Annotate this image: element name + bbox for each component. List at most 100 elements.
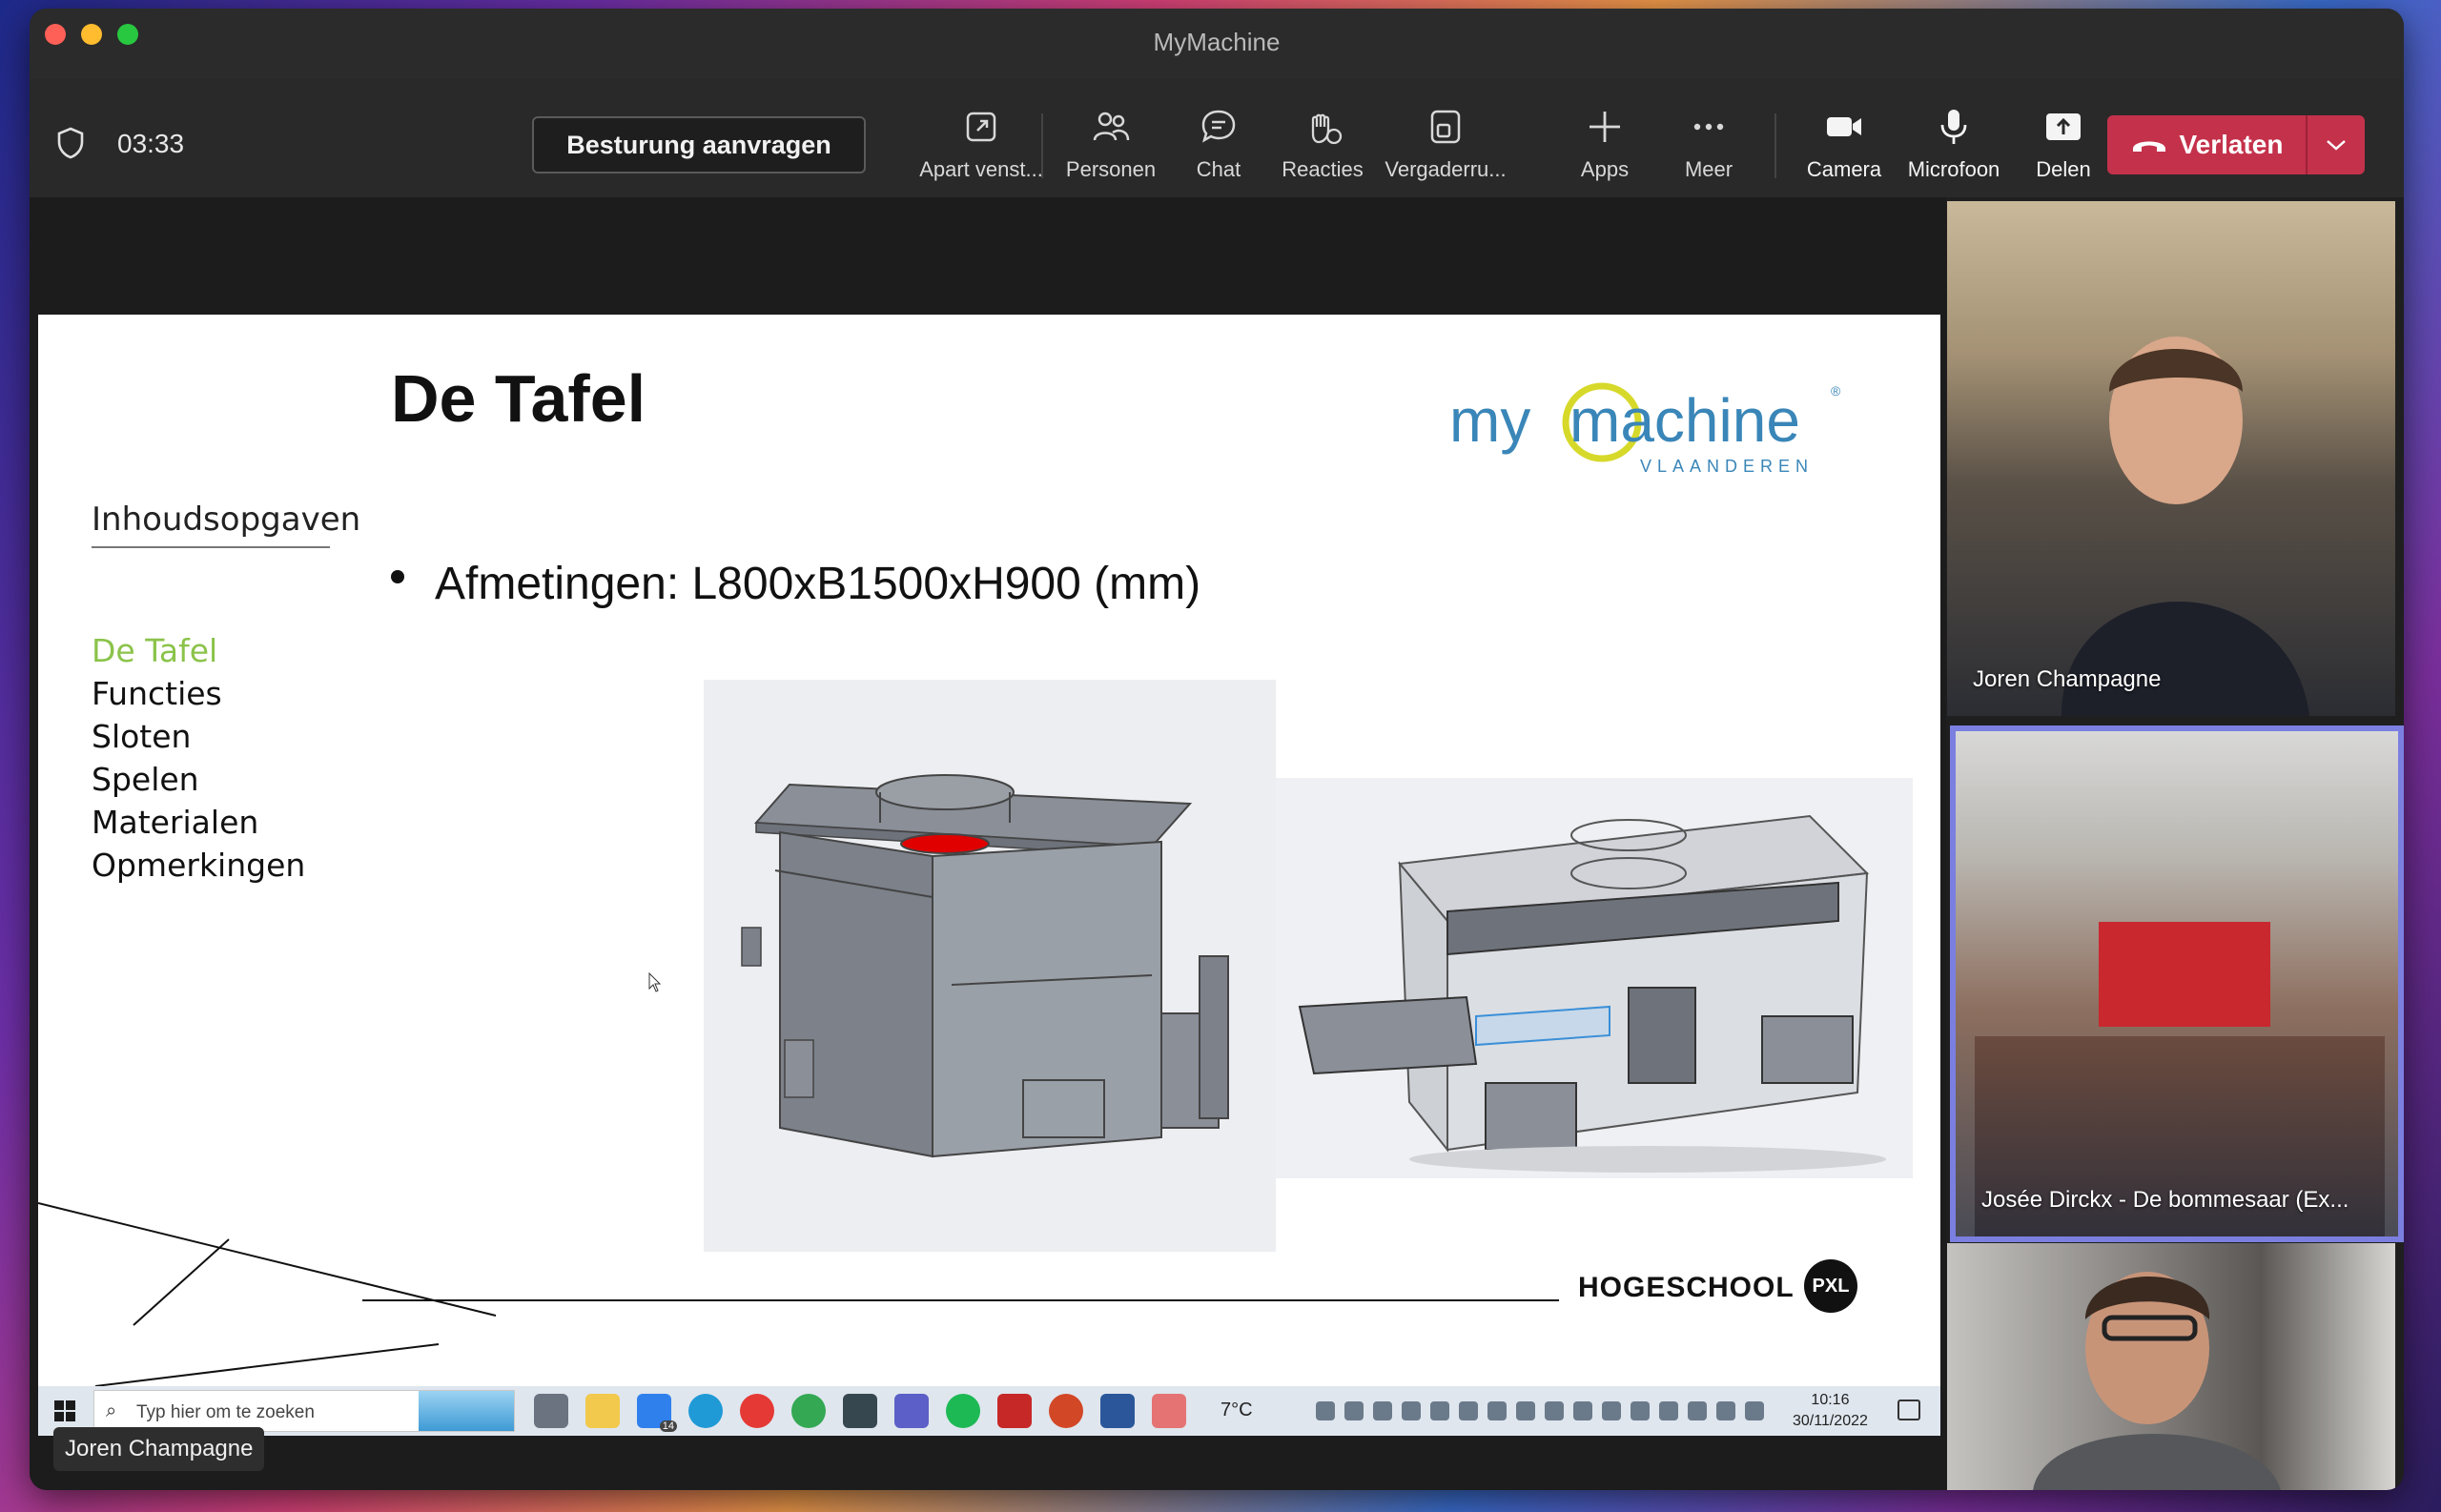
search-icon: ⌕ xyxy=(106,1400,117,1421)
bullet-dimensions: Afmetingen: L800xB1500xH900 (mm) xyxy=(391,558,1200,610)
classroom-poster xyxy=(2099,922,2270,1027)
taskbar-clock[interactable]: 10:16 30/11/2022 xyxy=(1793,1390,1868,1432)
file-explorer-icon[interactable] xyxy=(585,1394,620,1428)
tray-icon[interactable] xyxy=(1659,1401,1678,1420)
leave-button[interactable]: Verlaten xyxy=(2107,115,2306,174)
breakout-rooms-label: Vergaderru... xyxy=(1385,157,1507,181)
system-tray xyxy=(1316,1401,1764,1420)
people-button[interactable]: Personen xyxy=(1049,106,1173,182)
breakout-rooms-button[interactable]: Vergaderru... xyxy=(1384,106,1508,182)
tray-icon[interactable] xyxy=(1545,1401,1564,1420)
chevron-down-icon xyxy=(2327,140,2346,151)
toolbar-divider xyxy=(1774,113,1776,178)
participant-silhouette xyxy=(2033,1272,2281,1490)
popout-label: Apart venst... xyxy=(919,157,1043,181)
more-icon xyxy=(1693,123,1724,131)
meeting-toolbar: 03:33 Besturung aanvragen Apart venst...… xyxy=(30,79,2404,197)
tray-icon[interactable] xyxy=(1344,1401,1364,1420)
participant-video-tile[interactable]: Joren Champagne xyxy=(1947,201,2395,716)
microphone-label: Microfoon xyxy=(1907,157,2000,181)
edge-icon[interactable] xyxy=(688,1394,723,1428)
task-view-icon[interactable] xyxy=(534,1394,568,1428)
svg-text:machine: machine xyxy=(1569,386,1800,455)
word-icon[interactable] xyxy=(1100,1394,1135,1428)
tray-icon[interactable] xyxy=(1316,1401,1335,1420)
tray-icon[interactable] xyxy=(1716,1401,1735,1420)
tray-icon[interactable] xyxy=(1631,1401,1650,1420)
table-render-open xyxy=(1276,778,1913,1178)
tray-icon[interactable] xyxy=(1516,1401,1535,1420)
leave-options-button[interactable] xyxy=(2308,115,2365,174)
mail-icon[interactable]: 14 xyxy=(637,1394,677,1432)
taskbar-search-box[interactable]: ⌕ Typ hier om te zoeken xyxy=(93,1390,515,1432)
windows-start-icon[interactable] xyxy=(53,1400,76,1422)
notification-icon[interactable] xyxy=(1897,1400,1920,1420)
tray-icon[interactable] xyxy=(1745,1401,1764,1420)
camera-button[interactable]: Camera xyxy=(1782,106,1906,182)
svg-text:VLAANDEREN: VLAANDEREN xyxy=(1640,457,1814,476)
powerpoint-icon[interactable] xyxy=(1049,1394,1083,1428)
tray-icon[interactable] xyxy=(1402,1401,1421,1420)
tray-icon[interactable] xyxy=(1487,1401,1507,1420)
participant-video-tile-active[interactable]: Josée Dirckx - De bommesaar (Ex... xyxy=(1950,725,2404,1242)
taskbar-weather[interactable]: 7°C xyxy=(1220,1400,1253,1421)
tray-icon[interactable] xyxy=(1573,1401,1592,1420)
participant-name: Josée Dirckx - De bommesaar (Ex... xyxy=(1981,1187,2349,1213)
hang-up-icon xyxy=(2132,141,2165,152)
mymachine-logo: my machine ® VLAANDEREN xyxy=(1449,382,1841,476)
svg-text:®: ® xyxy=(1831,383,1841,398)
popout-icon xyxy=(966,112,996,142)
microphone-icon xyxy=(1940,110,1967,144)
slide-title: De Tafel xyxy=(391,361,646,436)
table-render-closed xyxy=(704,680,1276,1252)
tray-icon[interactable] xyxy=(1688,1401,1707,1420)
toc-item: Functies xyxy=(92,675,222,712)
participant-video-tile[interactable] xyxy=(1947,1243,2395,1490)
microphone-button[interactable]: Microfoon xyxy=(1892,106,2016,182)
people-label: Personen xyxy=(1065,157,1157,181)
meeting-window: MyMachine 03:33 Besturung aanvragen Apar… xyxy=(30,9,2404,1490)
taskbar-date: 30/11/2022 xyxy=(1793,1413,1868,1429)
tray-icon[interactable] xyxy=(1430,1401,1449,1420)
rooms-icon xyxy=(1430,110,1461,144)
mail-badge: 14 xyxy=(659,1420,677,1432)
spotify-icon[interactable] xyxy=(946,1394,980,1428)
solidworks-icon[interactable] xyxy=(997,1394,1032,1428)
teams-icon[interactable] xyxy=(894,1394,929,1428)
toc-heading: Inhoudsopgaven xyxy=(92,501,360,548)
bullet-dot xyxy=(391,570,404,584)
taskbar-time: 10:16 xyxy=(1811,1392,1850,1408)
opera-icon[interactable] xyxy=(740,1394,774,1428)
tray-icon[interactable] xyxy=(1602,1401,1621,1420)
shield-icon[interactable] xyxy=(56,127,85,159)
chrome-icon[interactable] xyxy=(791,1394,826,1428)
tray-icon[interactable] xyxy=(1459,1401,1478,1420)
reactions-icon xyxy=(1311,113,1343,145)
svg-text:my: my xyxy=(1449,386,1530,455)
camera-icon xyxy=(1827,117,1861,136)
popout-button[interactable]: Apart venst... xyxy=(919,106,1043,182)
request-control-button[interactable]: Besturung aanvragen xyxy=(532,116,866,174)
app-icon[interactable] xyxy=(843,1394,877,1428)
snipping-tool-icon[interactable] xyxy=(1152,1394,1186,1428)
reactions-label: Reacties xyxy=(1282,157,1364,181)
camera-label: Camera xyxy=(1806,157,1882,181)
share-icon xyxy=(2046,113,2081,140)
shared-screen-stage: De Tafel my machine ® VLAANDEREN Inhouds… xyxy=(30,197,1946,1490)
more-button[interactable]: Meer xyxy=(1647,106,1771,182)
more-label: Meer xyxy=(1684,157,1733,181)
reactions-button[interactable]: Reacties xyxy=(1261,106,1385,182)
plus-icon xyxy=(1590,112,1620,142)
footer-brand: HOGESCHOOL xyxy=(1578,1272,1795,1303)
chat-icon xyxy=(1201,110,1236,143)
leave-button-group: Verlaten xyxy=(2107,115,2365,174)
toc-item: Spelen xyxy=(92,761,199,798)
toc-item: Opmerkingen xyxy=(92,847,306,884)
toc-item: De Tafel xyxy=(92,632,218,669)
tray-icon[interactable] xyxy=(1373,1401,1392,1420)
participant-silhouette xyxy=(2062,337,2309,716)
participant-name: Joren Champagne xyxy=(1973,666,2162,692)
title-bar: MyMachine xyxy=(30,9,2404,79)
leave-label: Verlaten xyxy=(2179,130,2284,159)
toolbar-divider xyxy=(1041,113,1043,178)
